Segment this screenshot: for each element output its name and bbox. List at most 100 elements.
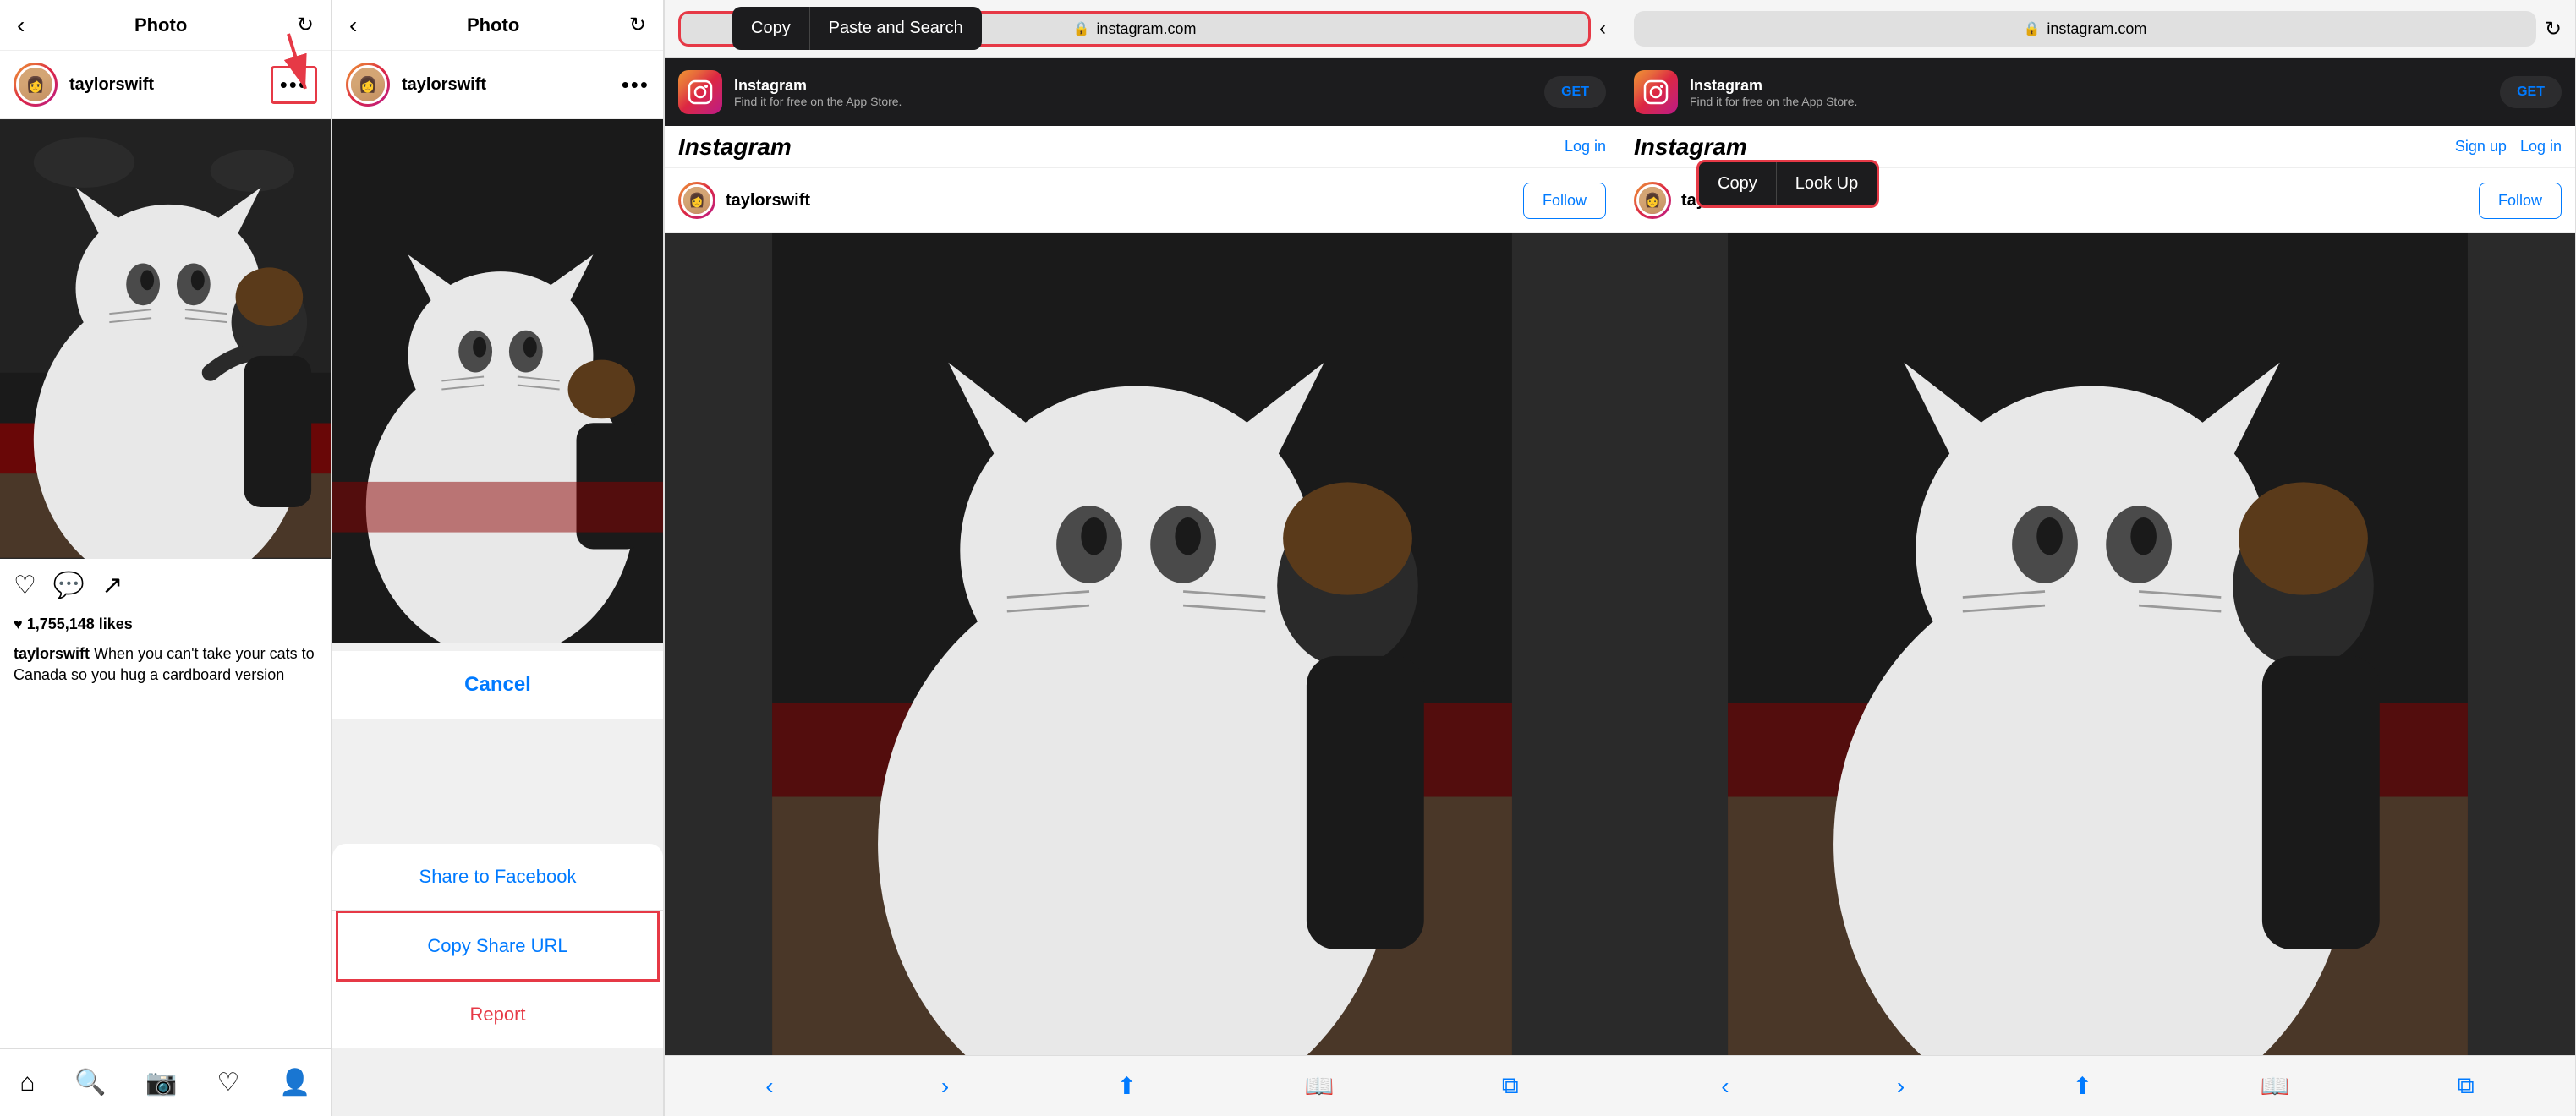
panel2-username[interactable]: taylorswift bbox=[402, 75, 486, 95]
panel4-address-bar[interactable]: 🔒 instagram.com bbox=[1634, 11, 2536, 46]
panel4-avatar-face: 👩 bbox=[1639, 187, 1666, 214]
panel1-title: Photo bbox=[134, 14, 187, 36]
panel2-top: ‹ Photo ↻ 👩 taylorswift ••• bbox=[332, 0, 663, 643]
panel4-back-nav[interactable]: ‹ bbox=[1721, 1073, 1729, 1100]
panel3-forward-nav[interactable]: › bbox=[941, 1073, 949, 1100]
panel1-caption: taylorswift When you can't take your cat… bbox=[0, 640, 331, 692]
panel3-get-button[interactable]: GET bbox=[1544, 76, 1606, 108]
report-option[interactable]: Report bbox=[332, 982, 663, 1048]
panel4-ig-banner: Instagram Find it for free on the App St… bbox=[1620, 58, 2575, 126]
panel2-refresh-icon[interactable]: ↻ bbox=[629, 13, 646, 37]
panel3-avatar-img: 👩 bbox=[681, 184, 713, 216]
panel3-cat-photo bbox=[665, 233, 1620, 1055]
instagram-icon bbox=[688, 79, 713, 105]
panel2-cat-photo bbox=[332, 119, 663, 643]
panel3-toolbar: 🔒 instagram.com ‹ Copy Paste and Search bbox=[665, 0, 1620, 57]
panel4-ig-name: Instagram bbox=[1690, 77, 2488, 95]
back-button[interactable]: ‹ bbox=[17, 12, 25, 39]
lookup-button-popup[interactable]: Look Up bbox=[1777, 162, 1877, 205]
red-arrow-indicator bbox=[238, 8, 332, 110]
panel-4-browser: 🔒 instagram.com ↻ Instagram Find it for … bbox=[1620, 0, 2576, 1116]
panel4-cat-photo bbox=[1620, 233, 2575, 1055]
panel3-login-link[interactable]: Log in bbox=[1565, 138, 1606, 156]
panel3-post-image bbox=[665, 233, 1620, 1055]
panel2-post-image bbox=[332, 119, 663, 643]
copy-popup-button[interactable]: Copy bbox=[732, 7, 810, 50]
panel2-title: Photo bbox=[467, 14, 519, 36]
panel3-nav-links: Instagram Log in bbox=[665, 126, 1620, 168]
panel3-username[interactable]: taylorswift bbox=[726, 191, 810, 211]
panel1-bottom-nav: ⌂ 🔍 📷 ♡ 👤 bbox=[0, 1048, 331, 1116]
panel4-ig-logo: Instagram bbox=[1634, 134, 1747, 161]
panel4-address: instagram.com bbox=[2047, 20, 2146, 38]
panel4-toolbar: 🔒 instagram.com ↻ bbox=[1620, 0, 2575, 57]
panel4-refresh[interactable]: ↻ bbox=[2545, 17, 2562, 41]
panel4-tabs-nav[interactable]: ⧉ bbox=[2458, 1072, 2475, 1100]
cat-photo bbox=[0, 119, 331, 559]
panel4-signup-link[interactable]: Sign up bbox=[2455, 138, 2507, 156]
panel4-browser-chrome: 🔒 instagram.com ↻ bbox=[1620, 0, 2575, 58]
like-button[interactable]: ♡ bbox=[14, 571, 36, 600]
panel3-tabs-nav[interactable]: ⧉ bbox=[1502, 1072, 1519, 1100]
panel1-username[interactable]: taylorswift bbox=[69, 75, 154, 95]
panel2-avatar-face: 👩 bbox=[351, 68, 385, 101]
panel3-ig-banner-icon bbox=[678, 70, 722, 114]
panel4-follow-button[interactable]: Follow bbox=[2479, 183, 2562, 219]
share-facebook-option[interactable]: Share to Facebook bbox=[332, 844, 663, 911]
copy-button-popup[interactable]: Copy bbox=[1699, 162, 1777, 205]
panel2-profile-row: 👩 taylorswift ••• bbox=[332, 51, 663, 119]
panel4-login-link[interactable]: Log in bbox=[2520, 138, 2562, 156]
copy-share-url-option[interactable]: Copy Share URL bbox=[336, 911, 660, 982]
lock-icon: 🔒 bbox=[1073, 20, 1090, 37]
panel3-ig-sub: Find it for free on the App Store. bbox=[734, 95, 1532, 108]
nav-home[interactable]: ⌂ bbox=[19, 1069, 35, 1097]
copy-lookup-popup: Copy Look Up bbox=[1696, 160, 1879, 208]
panel3-browser-chrome: 🔒 instagram.com ‹ Copy Paste and Search bbox=[665, 0, 1620, 58]
panel3-ig-logo: Instagram bbox=[678, 134, 792, 161]
panel3-back-nav[interactable]: ‹ bbox=[765, 1073, 773, 1100]
panel-2-share-sheet: ‹ Photo ↻ 👩 taylorswift ••• bbox=[332, 0, 665, 1116]
panel4-instagram-icon bbox=[1643, 79, 1669, 105]
panel4-post-image bbox=[1620, 233, 2575, 1055]
panel3-ig-banner: Instagram Find it for free on the App St… bbox=[665, 58, 1620, 126]
panel4-ig-banner-text: Instagram Find it for free on the App St… bbox=[1690, 77, 2488, 108]
avatar: 👩 bbox=[14, 63, 58, 107]
likes-count: ♥ 1,755,148 likes bbox=[14, 615, 133, 632]
panel2-avatar-image: 👩 bbox=[348, 65, 387, 104]
panel3-ig-name: Instagram bbox=[734, 77, 1532, 95]
panel3-refresh[interactable]: ‹ bbox=[1599, 17, 1606, 41]
panel4-ig-sub: Find it for free on the App Store. bbox=[1690, 95, 2488, 108]
share-cancel-button[interactable]: Cancel bbox=[332, 651, 663, 719]
panel2-back-button[interactable]: ‹ bbox=[349, 12, 357, 39]
panel2-three-dots[interactable]: ••• bbox=[622, 72, 649, 98]
panel-3-browser: 🔒 instagram.com ‹ Copy Paste and Search … bbox=[665, 0, 1620, 1116]
panel4-avatar-img: 👩 bbox=[1636, 184, 1669, 216]
panel3-avatar-face: 👩 bbox=[683, 187, 710, 214]
panel2-avatar: 👩 bbox=[346, 63, 390, 107]
panel3-bookmark-nav[interactable]: 📖 bbox=[1304, 1072, 1334, 1100]
panel4-bookmark-nav[interactable]: 📖 bbox=[2260, 1072, 2289, 1100]
nav-search[interactable]: 🔍 bbox=[74, 1068, 106, 1097]
panel4-get-button[interactable]: GET bbox=[2500, 76, 2562, 108]
panel-1-instagram-app: ‹ Photo ↻ 👩 taylorswift ••• bbox=[0, 0, 332, 1116]
panel3-profile-row: 👩 taylorswift Follow bbox=[665, 168, 1620, 233]
panel1-profile-row: 👩 taylorswift ••• bbox=[0, 51, 331, 119]
caption-username[interactable]: taylorswift bbox=[14, 645, 90, 662]
panel1-post-actions: ♡ 💬 ↗ bbox=[0, 559, 331, 612]
share-button[interactable]: ↗ bbox=[101, 571, 123, 600]
nav-camera[interactable]: 📷 bbox=[145, 1068, 177, 1097]
panel1-post-image bbox=[0, 119, 331, 559]
panel3-follow-button[interactable]: Follow bbox=[1523, 183, 1606, 219]
nav-profile[interactable]: 👤 bbox=[279, 1068, 310, 1097]
share-sheet: Share to Facebook Copy Share URL Report bbox=[332, 844, 663, 1048]
panel3-address: instagram.com bbox=[1096, 20, 1196, 38]
paste-search-popup-button[interactable]: Paste and Search bbox=[810, 7, 982, 50]
panel3-share-nav[interactable]: ⬆ bbox=[1117, 1072, 1137, 1100]
panel4-share-nav[interactable]: ⬆ bbox=[2073, 1072, 2092, 1100]
comment-button[interactable]: 💬 bbox=[53, 571, 85, 600]
nav-heart[interactable]: ♡ bbox=[217, 1068, 240, 1097]
panel4-bottom-nav: ‹ › ⬆ 📖 ⧉ bbox=[1620, 1055, 2575, 1116]
panel4-forward-nav[interactable]: › bbox=[1897, 1073, 1905, 1100]
avatar-face: 👩 bbox=[19, 68, 52, 101]
panel3-avatar: 👩 bbox=[678, 182, 715, 219]
